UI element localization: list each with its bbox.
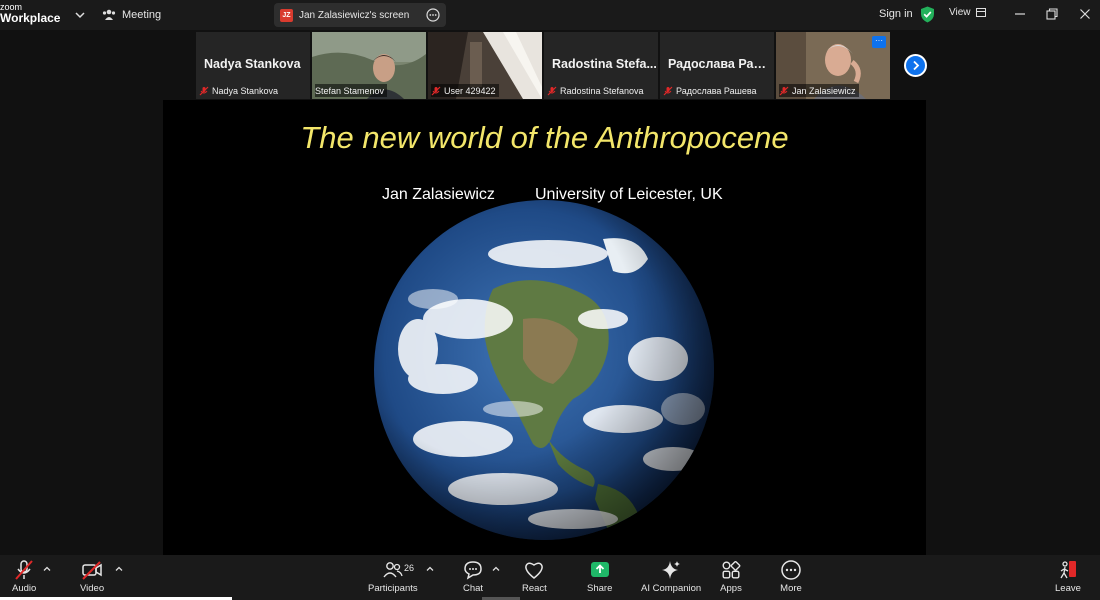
participant-label: User 429422 [431, 84, 499, 97]
leave-door-icon [1060, 561, 1076, 579]
restore-icon[interactable] [1045, 7, 1059, 21]
presenter-badge: JZ [280, 8, 293, 22]
chevron-up-icon[interactable] [114, 564, 124, 574]
mic-muted-icon [663, 86, 673, 95]
participant-tile[interactable]: Радослава Раш... Радослава Рашева [660, 32, 774, 99]
share-screen-icon [590, 562, 609, 577]
more-horizontal-icon [781, 560, 801, 580]
more-button[interactable]: More [780, 559, 802, 594]
shared-screen: The new world of the Anthropocene Jan Za… [163, 100, 926, 555]
more-label: More [780, 583, 802, 594]
video-button[interactable]: Video [80, 559, 104, 594]
audio-button[interactable]: Audio [12, 559, 36, 594]
chevron-up-icon[interactable] [425, 564, 435, 574]
chat-button[interactable]: Chat [462, 559, 484, 594]
view-button[interactable]: View [949, 7, 986, 18]
next-page-button[interactable] [904, 54, 927, 77]
apps-label: Apps [720, 583, 742, 594]
apps-button[interactable]: Apps [720, 559, 742, 594]
participant-name: Radostina Stefanova [560, 85, 644, 96]
participant-label: Stefan Stamenov [315, 84, 388, 97]
close-icon[interactable] [1078, 7, 1092, 21]
chat-icon [464, 561, 482, 580]
audio-label: Audio [12, 583, 37, 594]
leave-button[interactable]: Leave [1055, 559, 1081, 594]
participant-display-name: Radostina Stefa... [552, 57, 657, 71]
people-icon [102, 9, 116, 20]
participant-tile[interactable]: Nadya Stankova Nadya Stankova [196, 32, 310, 99]
participant-tile[interactable]: ··· Jan Zalasiewicz [776, 32, 890, 99]
share-label: Share [587, 583, 613, 594]
participant-name: Радослава Рашева [676, 85, 757, 96]
participant-tile[interactable]: Radostina Stefa... Radostina Stefanova [544, 32, 658, 99]
more-options-icon[interactable] [426, 8, 440, 22]
ai-companion-button[interactable]: AI Companion [641, 559, 701, 594]
heart-icon [525, 562, 544, 579]
meeting-toolbar: Audio Video Participants 26 Chat React S… [0, 555, 1100, 600]
grid-view-icon [975, 8, 986, 17]
slide-title: The new world of the Anthropocene [300, 120, 789, 155]
top-bar: zoom Workplace Meeting JZ Jan Zalasiewic… [0, 0, 1100, 30]
meeting-button[interactable]: Meeting [102, 6, 161, 24]
logo-line-2: Workplace [0, 11, 61, 25]
participant-display-name: Nadya Stankova [204, 57, 301, 71]
screen-share-label: Jan Zalasiewicz's screen [299, 9, 410, 21]
react-label: React [522, 583, 547, 594]
participant-name: User 429422 [444, 85, 496, 96]
participant-name: Nadya Stankova [212, 85, 279, 96]
more-options-icon[interactable]: ··· [872, 36, 886, 48]
chevron-down-icon[interactable] [73, 8, 87, 22]
participant-display-name: Радослава Раш... [668, 57, 774, 71]
camera-off-icon [82, 561, 102, 580]
participant-strip: Nadya Stankova Nadya Stankova Stefan Sta… [196, 32, 890, 99]
screen-share-indicator[interactable]: JZ Jan Zalasiewicz's screen [274, 3, 446, 27]
participant-tile[interactable]: Stefan Stamenov [312, 32, 426, 99]
ai-companion-label: AI Companion [641, 583, 702, 594]
earth-globe-image [374, 200, 714, 540]
apps-icon [722, 560, 741, 579]
participants-label: Participants [368, 583, 418, 594]
mic-muted-icon [779, 86, 789, 95]
participant-tile[interactable]: User 429422 [428, 32, 542, 99]
participant-name: Stefan Stamenov [315, 85, 385, 96]
shield-check-icon[interactable] [920, 6, 935, 23]
participant-label: Nadya Stankova [199, 84, 281, 97]
mic-muted-icon [15, 560, 33, 580]
mic-muted-icon [431, 86, 441, 95]
share-button[interactable]: Share [587, 559, 612, 594]
leave-label: Leave [1055, 583, 1081, 594]
react-button[interactable]: React [522, 559, 547, 594]
mic-muted-icon [547, 86, 557, 95]
meeting-label: Meeting [122, 9, 162, 21]
chat-label: Chat [462, 583, 484, 594]
chevron-right-icon [913, 60, 920, 71]
zoom-logo: zoom Workplace [0, 2, 60, 24]
sign-in-link[interactable]: Sign in [879, 8, 913, 20]
chevron-up-icon[interactable] [42, 564, 52, 574]
participants-count: 26 [404, 563, 415, 573]
participants-icon [383, 562, 403, 578]
participant-name: Jan Zalasiewicz [792, 85, 856, 96]
sparkle-icon [662, 561, 681, 579]
video-label: Video [80, 583, 105, 594]
mic-muted-icon [199, 86, 209, 95]
participant-label: Радослава Рашева [663, 84, 760, 97]
participant-label: Jan Zalasiewicz [779, 84, 859, 97]
participant-label: Radostina Stefanova [547, 84, 647, 97]
view-label: View [949, 7, 971, 18]
chevron-up-icon[interactable] [491, 564, 501, 574]
minimize-icon[interactable] [1013, 7, 1027, 21]
